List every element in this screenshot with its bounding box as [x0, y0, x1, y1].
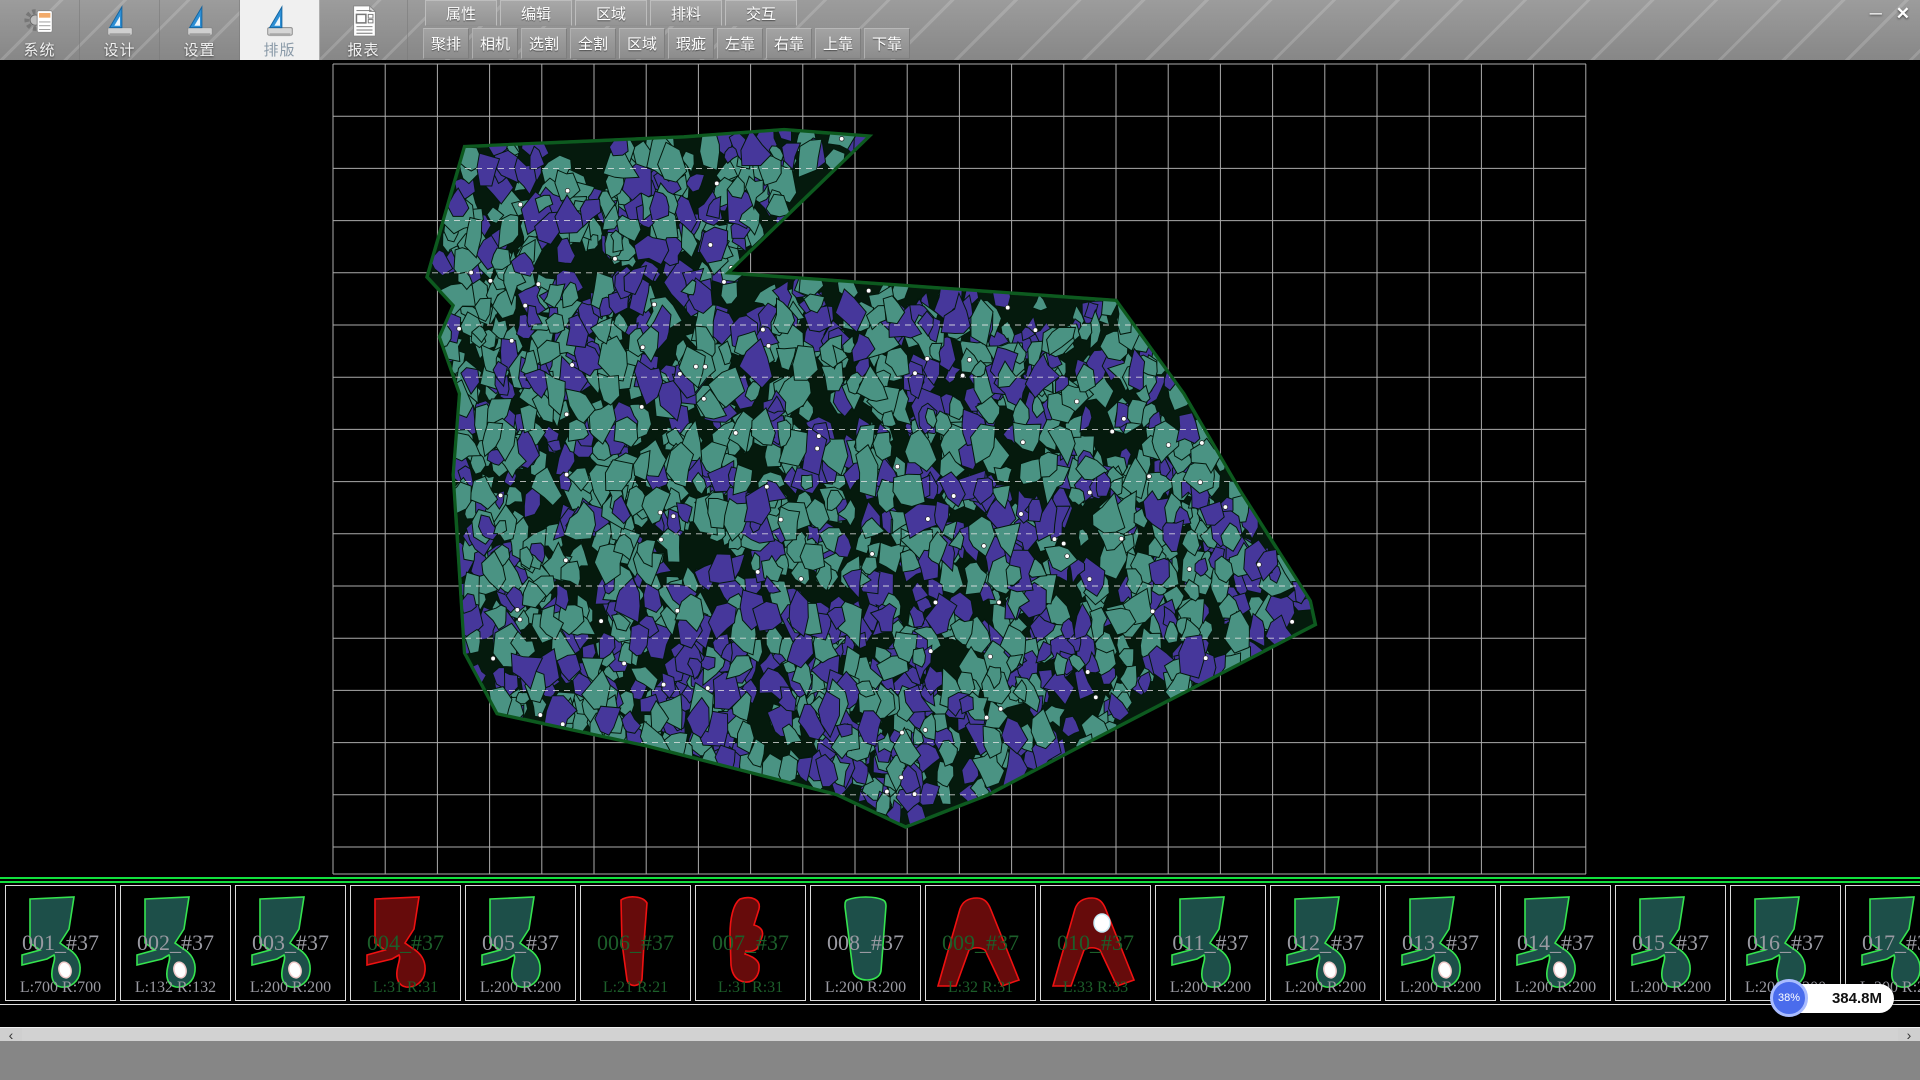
tool-button-5[interactable]: 瑕疵 — [668, 28, 714, 59]
window-controls: ─ ✕ — [1870, 0, 1910, 26]
part-thumbnail-9[interactable]: 009_#37 L:32 R:31 — [925, 885, 1036, 1001]
app-tab-layout[interactable]: 排版 — [240, 0, 320, 60]
part-size: L:132 R:132 — [121, 979, 230, 997]
part-id: 006_#37 — [581, 930, 690, 956]
tool-button-1[interactable]: 相机 — [472, 28, 518, 59]
nesting-canvas-svg — [0, 60, 1920, 877]
part-id: 003_#37 — [236, 930, 345, 956]
app-tab-system[interactable]: 系统 — [0, 0, 80, 60]
tool-bar: 聚排相机选割全割区域瑕疵左靠右靠上靠下靠 — [423, 28, 913, 60]
app-tab-label: 设置 — [183, 39, 215, 60]
app-tab-label: 系统 — [23, 39, 55, 60]
part-id: 008_#37 — [811, 930, 920, 956]
horizontal-scrollbar[interactable]: ‹ › — [0, 1027, 1920, 1041]
memory-value: 384.8M — [1832, 990, 1882, 1007]
app-tab-design[interactable]: 设计 — [80, 0, 160, 60]
top-ribbon: 系统设计设置排版报表 属性编辑区域排料交互 聚排相机选割全割区域瑕疵左靠右靠上靠… — [0, 0, 1920, 60]
part-thumbnail-7[interactable]: 007_#37 L:31 R:31 — [695, 885, 806, 1001]
tool-button-2[interactable]: 选割 — [521, 28, 567, 59]
part-thumbnail-6[interactable]: 006_#37 L:21 R:21 — [580, 885, 691, 1001]
part-size: L:200 R:200 — [811, 979, 920, 997]
part-id: 007_#37 — [696, 930, 805, 956]
part-size: L:21 R:21 — [581, 979, 690, 997]
design-icon — [103, 2, 137, 39]
parts-strip: 001_#37 L:700 R:700 002_#37 L:132 R:132 003_… — [0, 877, 1920, 1005]
part-id: 012_#37 — [1271, 930, 1380, 956]
status-bar — [0, 1041, 1920, 1080]
part-thumbnail-12[interactable]: 012_#37 L:200 R:200 — [1270, 885, 1381, 1001]
strip-accent-lines — [0, 877, 1920, 884]
close-icon[interactable]: ✕ — [1896, 5, 1910, 22]
part-id: 017_#37 — [1846, 930, 1920, 956]
app-tab-settings[interactable]: 设置 — [160, 0, 240, 60]
part-id: 004_#37 — [351, 930, 460, 956]
part-id: 016_#37 — [1731, 930, 1840, 956]
tool-button-8[interactable]: 上靠 — [815, 28, 861, 59]
part-thumbnail-5[interactable]: 005_#37 L:200 R:200 — [465, 885, 576, 1001]
parts-cells: 001_#37 L:700 R:700 002_#37 L:132 R:132 003_… — [5, 885, 1920, 1001]
menu-item-3[interactable]: 排料 — [650, 0, 722, 26]
progress-badge: 38% — [1770, 979, 1808, 1017]
part-thumbnail-3[interactable]: 003_#37 L:200 R:200 — [235, 885, 346, 1001]
part-thumbnail-11[interactable]: 011_#37 L:200 R:200 — [1155, 885, 1266, 1001]
menu-item-0[interactable]: 属性 — [425, 0, 497, 26]
part-size: L:31 R:31 — [351, 979, 460, 997]
tool-button-6[interactable]: 左靠 — [717, 28, 763, 59]
part-size: L:200 R:200 — [236, 979, 345, 997]
part-id: 015_#37 — [1616, 930, 1725, 956]
tool-button-3[interactable]: 全割 — [570, 28, 616, 59]
part-thumbnail-8[interactable]: 008_#37 L:200 R:200 — [810, 885, 921, 1001]
part-size: L:31 R:31 — [696, 979, 805, 997]
part-size: L:33 R:33 — [1041, 979, 1150, 997]
tool-button-0[interactable]: 聚排 — [423, 28, 469, 59]
part-size: L:200 R:200 — [466, 979, 575, 997]
part-thumbnail-14[interactable]: 014_#37 L:200 R:200 — [1500, 885, 1611, 1001]
part-thumbnail-4[interactable]: 004_#37 L:31 R:31 — [350, 885, 461, 1001]
scroll-right-icon[interactable]: › — [1898, 1028, 1920, 1042]
part-id: 013_#37 — [1386, 930, 1495, 956]
part-size: L:200 R:200 — [1501, 979, 1610, 997]
part-thumbnail-1[interactable]: 001_#37 L:700 R:700 — [5, 885, 116, 1001]
nesting-canvas[interactable] — [0, 60, 1920, 877]
part-id: 011_#37 — [1156, 930, 1265, 956]
part-id: 001_#37 — [6, 930, 115, 956]
part-id: 014_#37 — [1501, 930, 1610, 956]
scroll-left-icon[interactable]: ‹ — [0, 1028, 22, 1042]
tool-button-7[interactable]: 右靠 — [766, 28, 812, 59]
app-tab-label: 报表 — [347, 39, 379, 60]
part-size: L:200 R:200 — [1616, 979, 1725, 997]
layout-icon — [263, 2, 297, 39]
part-id: 009_#37 — [926, 930, 1035, 956]
menu-item-2[interactable]: 区域 — [575, 0, 647, 26]
settings-icon — [183, 2, 217, 39]
part-thumbnail-13[interactable]: 013_#37 L:200 R:200 — [1385, 885, 1496, 1001]
menu-item-4[interactable]: 交互 — [725, 0, 797, 26]
tool-button-9[interactable]: 下靠 — [864, 28, 910, 59]
system-icon — [23, 2, 57, 39]
menu-bar: 属性编辑区域排料交互 — [425, 0, 800, 27]
part-id: 005_#37 — [466, 930, 575, 956]
part-size: L:200 R:200 — [1271, 979, 1380, 997]
minimize-icon[interactable]: ─ — [1870, 5, 1882, 22]
part-size: L:200 R:200 — [1386, 979, 1495, 997]
app-tabs: 系统 设计 设置 排版 报表 — [0, 0, 408, 60]
app-tab-label: 设计 — [103, 39, 135, 60]
part-thumbnail-2[interactable]: 002_#37 L:132 R:132 — [120, 885, 231, 1001]
part-thumbnail-10[interactable]: 010_#37 L:33 R:33 — [1040, 885, 1151, 1001]
app-tab-report[interactable]: 报表 — [320, 0, 408, 60]
menu-item-1[interactable]: 编辑 — [500, 0, 572, 26]
report-icon — [347, 2, 381, 39]
tool-button-4[interactable]: 区域 — [619, 28, 665, 59]
part-thumbnail-15[interactable]: 015_#37 L:200 R:200 — [1615, 885, 1726, 1001]
app-tab-label: 排版 — [263, 39, 295, 60]
progress-value: 38% — [1778, 992, 1800, 1004]
part-size: L:200 R:200 — [1156, 979, 1265, 997]
part-size: L:700 R:700 — [6, 979, 115, 997]
part-id: 010_#37 — [1041, 930, 1150, 956]
part-size: L:32 R:31 — [926, 979, 1035, 997]
part-id: 002_#37 — [121, 930, 230, 956]
